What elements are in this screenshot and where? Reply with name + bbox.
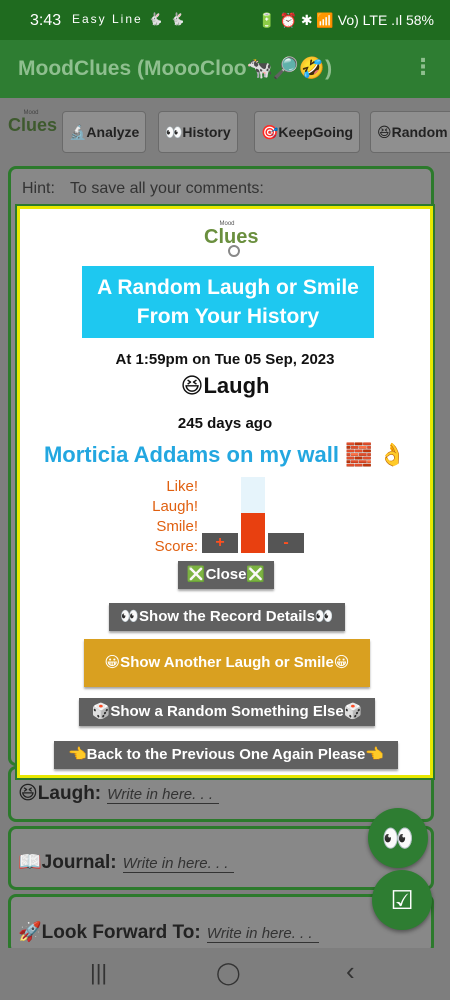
tab-random[interactable]: 😆Random [370, 111, 450, 153]
record-date: At 1:59pm on Tue 05 Sep, 2023 [115, 351, 335, 368]
status-notification-icons: Easy Line 🐇 🐇 [72, 12, 188, 26]
status-signal-icons: 🔋 ⏰ ✱ 📶 Vo) LTE .ıl [258, 12, 403, 28]
tab-history[interactable]: 👀History [158, 111, 238, 153]
logo-main-text: Clues [8, 115, 58, 135]
show-another-button[interactable]: 😀Show Another Laugh or Smile😀 [84, 639, 370, 687]
hint-text: To save all your comments: [70, 180, 264, 197]
back-previous-button[interactable]: 👈Back to the Previous One Again Please👈 [54, 741, 398, 769]
hint-label: Hint: [22, 180, 55, 197]
journal-entry: 📖Journal: Write in here. . . [18, 850, 235, 874]
score-label-score: Score: [154, 538, 198, 555]
app-bar: MoodClues (MoooCloo🐄🔎🤣) ⋮ [0, 40, 450, 98]
eyes-fab[interactable]: 👀 [368, 808, 428, 868]
record-comment: Morticia Addams on my wall 🧱 👌 [43, 442, 407, 467]
back-icon[interactable]: ‹ [346, 956, 355, 987]
tab-keepgoing[interactable]: 🎯KeepGoing [254, 111, 361, 153]
score-bar-fill [241, 513, 265, 553]
score-plus-button[interactable]: + [202, 533, 238, 553]
app-logo: Mood Clues [8, 110, 58, 150]
score-labels: Like! Laugh! Smile! Score: [138, 477, 198, 557]
status-bar: 3:43 Easy Line 🐇 🐇 🔋 ⏰ ✱ 📶 Vo) LTE .ıl 5… [0, 0, 450, 40]
look-forward-label: 🚀Look Forward To: [18, 922, 201, 943]
status-time: 3:43 [30, 12, 62, 29]
recent-apps-icon[interactable]: ||| [90, 960, 107, 986]
tab-bar: Mood Clues 🔬Analyze 👀History 🎯KeepGoing … [0, 104, 450, 160]
show-random-button[interactable]: 🎲Show a Random Something Else🎲 [79, 698, 375, 726]
dialog-logo: Mood Clues [204, 221, 259, 265]
dialog-title: A Random Laugh or Smile From Your Histor… [82, 266, 374, 338]
home-icon[interactable]: ◯ [216, 960, 241, 986]
dialog-title-line1: A Random Laugh or Smile [97, 276, 359, 299]
laugh-entry: 😆Laugh: Write in here. . . [18, 782, 219, 805]
look-forward-input[interactable]: Write in here. . . [206, 925, 319, 943]
score-minus-button[interactable]: - [268, 533, 304, 553]
score-bar [241, 477, 265, 553]
battery-percent: 58% [405, 12, 434, 28]
laugh-input[interactable]: Write in here. . . [107, 786, 219, 804]
look-forward-entry: 🚀Look Forward To: Write in here. . . [18, 920, 319, 944]
dialog-logo-main-text: Clues [204, 226, 259, 248]
random-laugh-dialog: Mood Clues A Random Laugh or Smile From … [17, 206, 433, 778]
check-fab[interactable]: ☑ [372, 870, 432, 930]
status-system-icons: 🔋 ⏰ ✱ 📶 Vo) LTE .ıl 58% [258, 12, 434, 29]
record-type: 😆Laugh [180, 373, 270, 398]
app-title: MoodClues (MoooCloo🐄🔎🤣) [18, 57, 333, 80]
show-details-button[interactable]: 👀Show the Record Details👀 [109, 603, 345, 631]
journal-input[interactable]: Write in here. . . [122, 855, 235, 873]
system-nav-bar: ||| ◯ ‹ [0, 948, 450, 1000]
record-age: 245 days ago [177, 415, 273, 432]
score-label-laugh: Laugh! [152, 498, 198, 515]
score-label-like: Like! [166, 478, 198, 495]
more-vert-icon[interactable]: ⋮ [412, 54, 434, 80]
score-label-smile: Smile! [156, 518, 198, 535]
laugh-label: 😆Laugh: [18, 783, 102, 804]
dialog-title-line2: From Your History [136, 305, 320, 328]
journal-label: 📖Journal: [18, 852, 117, 873]
close-button[interactable]: ❎Close❎ [178, 561, 274, 589]
tab-analyze[interactable]: 🔬Analyze [62, 111, 147, 153]
